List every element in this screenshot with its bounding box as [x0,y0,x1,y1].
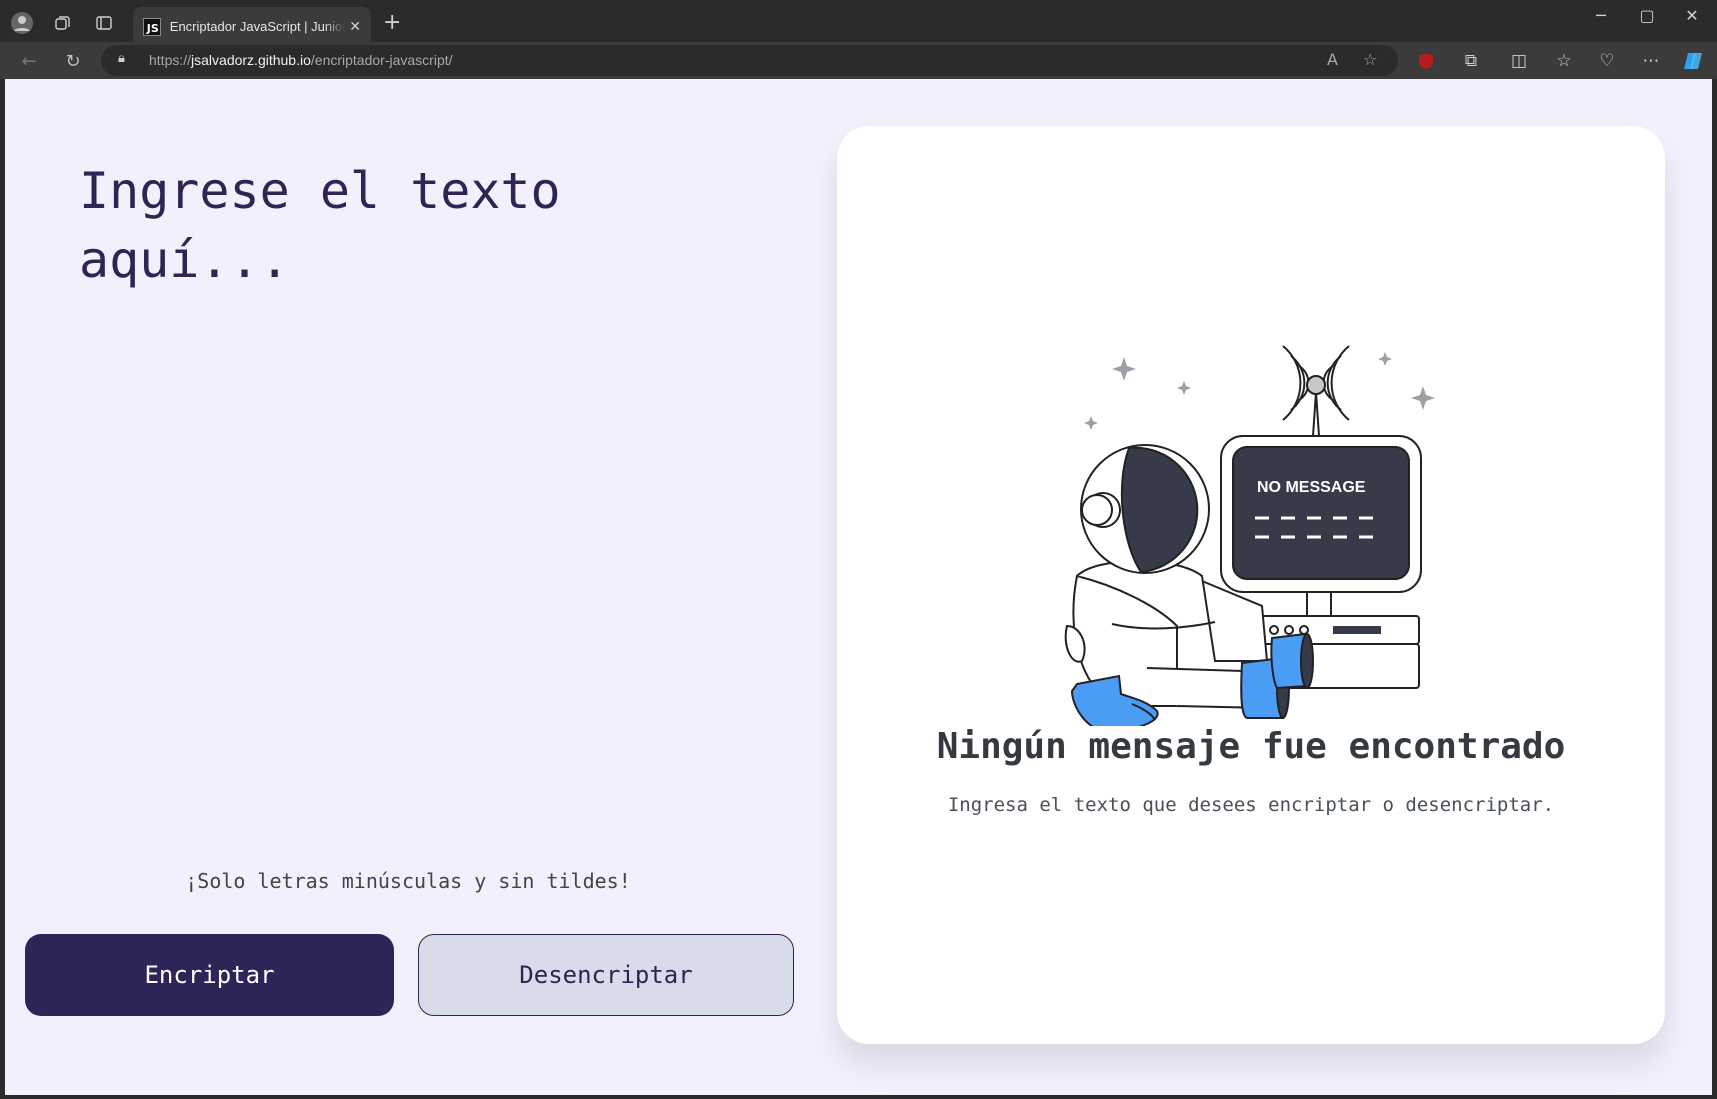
browser-toolbar: ← ↻ 🔒︎ https://jsalvadorz.github.io/encr… [0,42,1717,79]
window-close-icon[interactable]: ✕ [1669,6,1715,25]
maximize-icon[interactable]: ▢ [1624,6,1670,25]
browser-titlebar: JS Encriptador JavaScript | Junior Salva… [0,0,1717,46]
encrypt-button[interactable]: Encriptar [25,934,394,1016]
back-icon[interactable]: ← [15,47,43,75]
split-screen-icon[interactable]: ◫ [1504,47,1534,75]
tab-favicon: JS [143,17,161,36]
copilot-icon[interactable] [1678,47,1708,75]
astronaut-illustration: NO MESSAGE [1064,345,1435,726]
favorites-icon[interactable]: ☆ [1549,47,1579,75]
sparkle-icon [1084,352,1435,430]
result-panel: NO MESSAGE Ningún mensaje fue encontrado… [837,126,1665,1044]
decrypt-button[interactable]: Desencriptar [418,934,794,1016]
read-aloud-icon[interactable]: A [1327,50,1338,69]
url-text[interactable]: https://jsalvadorz.github.io/encriptador… [149,52,453,68]
browser-tab-active[interactable]: JS Encriptador JavaScript | Junior Salva… [133,7,371,46]
browser-essentials-icon[interactable]: ♡ [1592,47,1622,75]
hint-text: ¡Solo letras minúsculas y sin tildes! [5,869,811,893]
vertical-tabs-icon[interactable] [89,8,119,38]
favorite-icon[interactable]: ☆ [1363,50,1377,69]
extensions-icon[interactable]: ⧉ [1456,47,1486,75]
empty-state-subtitle: Ingresa el texto que desees encriptar o … [947,794,1555,816]
ublock-icon[interactable] [1411,47,1441,75]
screen-text: NO MESSAGE [1257,479,1366,496]
info-text: ¡Solo letras minúsculas y sin tildes! [185,869,631,893]
lock-icon[interactable]: 🔒︎ [118,51,125,66]
profile-icon[interactable] [7,8,37,38]
tab-title: Encriptador JavaScript | Junior Salvador [169,19,346,34]
address-bar[interactable]: 🔒︎ https://jsalvadorz.github.io/encripta… [101,45,1398,76]
text-input[interactable] [79,157,779,717]
workspaces-icon[interactable] [47,8,77,38]
refresh-icon[interactable]: ↻ [59,47,87,75]
new-tab-icon[interactable]: + [383,10,401,35]
empty-state-title: Ningún mensaje fue encontrado [936,726,1566,767]
minimize-icon[interactable]: ─ [1578,6,1624,25]
page-viewport: ¡Solo letras minúsculas y sin tildes! En… [5,79,1712,1095]
more-icon[interactable]: ⋯ [1636,47,1666,75]
close-icon[interactable]: ✕ [349,19,361,35]
